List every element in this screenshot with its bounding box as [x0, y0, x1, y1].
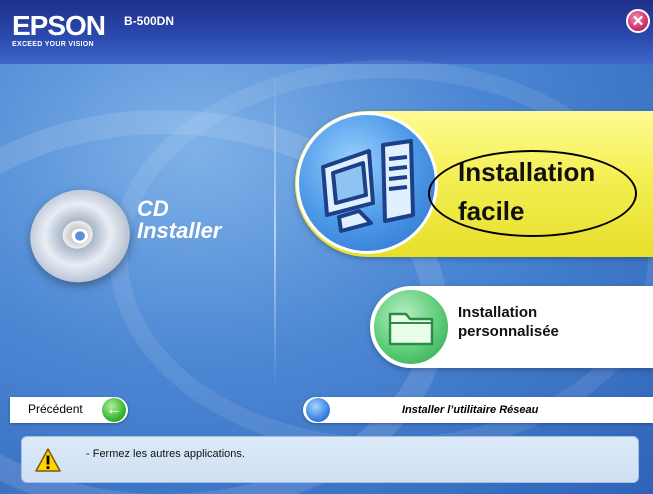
network-dot-icon [306, 398, 330, 422]
close-button[interactable]: ✕ [626, 9, 650, 33]
network-utility-label: Installer l’utilitaire Réseau [402, 404, 539, 416]
network-utility-button[interactable]: Installer l’utilitaire Réseau [303, 397, 653, 423]
product-title-line1: CD [137, 196, 169, 221]
message-text: - Fermez les autres applications. [86, 448, 245, 460]
highlight-oval [428, 150, 637, 237]
product-title-line2: Installer [137, 218, 222, 243]
back-button[interactable]: Précédent ← [10, 397, 128, 423]
warning-icon [35, 448, 61, 472]
close-icon: ✕ [631, 13, 645, 30]
custom-install-line1: Installation [458, 304, 538, 321]
computer-icon[interactable] [296, 112, 438, 254]
brand-tagline: EXCEED YOUR VISION [12, 41, 94, 48]
custom-install-line2: personnalisée [458, 323, 559, 340]
cd-hole [70, 226, 90, 246]
folder-icon[interactable] [372, 288, 450, 366]
model-name: B-500DN [124, 14, 175, 28]
message-box: - Fermez les autres applications. [21, 436, 639, 483]
back-arrow-icon: ← [102, 398, 126, 422]
back-label: Précédent [28, 402, 83, 416]
custom-install-label: Installation personnalisée [458, 303, 559, 341]
epson-logo: EPSON EXCEED YOUR VISION [12, 10, 106, 49]
installer-window: EPSON EXCEED YOUR VISION B-500DN ✕ CD In… [0, 0, 653, 494]
vertical-divider [274, 70, 276, 390]
product-title: CD Installer [137, 198, 221, 242]
brand-name: EPSON [12, 10, 106, 41]
